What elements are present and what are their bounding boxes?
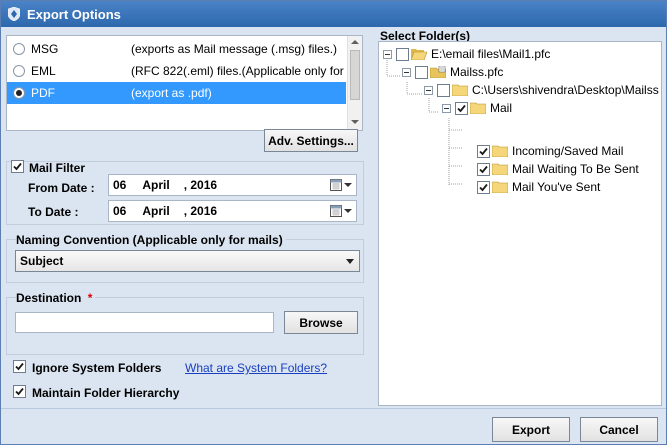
- calendar-dropdown-icon[interactable]: [330, 179, 352, 191]
- tree-checkbox[interactable]: [396, 47, 409, 61]
- export-button[interactable]: Export: [492, 417, 570, 442]
- scroll-down-icon[interactable]: [351, 120, 359, 124]
- naming-convention-value: Subject: [20, 254, 64, 268]
- tree-checkbox-checked[interactable]: [477, 162, 490, 176]
- tree-node-label: Mail Waiting To Be Sent: [512, 162, 639, 176]
- scroll-up-icon[interactable]: [351, 40, 359, 44]
- format-list-scrollbar[interactable]: [347, 36, 362, 130]
- cancel-button[interactable]: Cancel: [580, 417, 658, 442]
- tree-node-label: C:\Users\shivendra\Desktop\Mailss: [472, 83, 659, 97]
- tree-node-label: E:\email files\Mail1.pfc: [431, 47, 551, 61]
- tree-node-mail-waiting[interactable]: Mail Waiting To Be Sent: [477, 161, 639, 177]
- mail-filter-label: Mail Filter: [29, 161, 86, 175]
- to-date-year[interactable]: , 2016: [184, 204, 217, 218]
- maintain-folder-hierarchy-label: Maintain Folder Hierarchy: [32, 386, 180, 400]
- naming-convention-label: Naming Convention (Applicable only for m…: [16, 233, 286, 247]
- from-date-day[interactable]: 06: [113, 178, 126, 192]
- open-folder-icon: [411, 49, 427, 60]
- folder-icon: [492, 163, 508, 175]
- to-date-day[interactable]: 06: [113, 204, 126, 218]
- export-options-dialog: Export Options MSG (exports as Mail mess…: [0, 0, 667, 445]
- folder-icon: [492, 181, 508, 193]
- tree-node-mailss-pfc[interactable]: Mailss.pfc: [402, 64, 503, 80]
- tree-node-incoming-saved-mail[interactable]: Incoming/Saved Mail: [477, 143, 623, 159]
- tree-node-label: Incoming/Saved Mail: [512, 144, 624, 158]
- pst-file-folder-icon: [430, 66, 446, 78]
- collapse-icon[interactable]: [402, 67, 411, 77]
- system-folders-link[interactable]: What are System Folders?: [185, 361, 327, 375]
- format-list[interactable]: MSG (exports as Mail message (.msg) file…: [6, 35, 363, 131]
- format-item-pdf[interactable]: PDF (export as .pdf): [7, 82, 346, 104]
- maintain-folder-hierarchy-checkbox[interactable]: [13, 385, 26, 398]
- from-date-picker[interactable]: 06 April , 2016: [108, 174, 357, 196]
- destination-label: Destination: [16, 291, 82, 305]
- dialog-body: MSG (exports as Mail message (.msg) file…: [1, 27, 666, 408]
- tree-node-desktop-mailss[interactable]: C:\Users\shivendra\Desktop\Mailss: [424, 82, 659, 98]
- tree-node-mail[interactable]: Mail: [442, 100, 512, 116]
- format-name: EML: [31, 64, 56, 78]
- browse-button[interactable]: Browse: [284, 311, 358, 334]
- format-name: PDF: [31, 86, 55, 100]
- destination-label-wrap: Destination *: [16, 291, 96, 305]
- destination-input[interactable]: [15, 312, 274, 333]
- ignore-system-folders-checkbox[interactable]: [13, 360, 26, 373]
- tree-checkbox-checked[interactable]: [477, 180, 490, 194]
- adv-settings-button[interactable]: Adv. Settings...: [264, 129, 358, 152]
- to-date-month[interactable]: April: [142, 204, 169, 218]
- ignore-system-folders-label: Ignore System Folders: [32, 361, 162, 375]
- format-name: MSG: [31, 42, 59, 56]
- radio-pdf[interactable]: [13, 87, 25, 99]
- window-title: Export Options: [27, 6, 121, 22]
- naming-convention-select[interactable]: Subject: [15, 250, 360, 272]
- required-mark: *: [87, 291, 93, 305]
- format-desc: (exports as Mail message (.msg) files.): [131, 42, 338, 56]
- folder-tree[interactable]: E:\email files\Mail1.pfc Mailss.pfc C:\U…: [378, 41, 662, 406]
- tree-checkbox-checked[interactable]: [455, 101, 468, 115]
- folder-icon: [470, 102, 486, 114]
- to-date-label: To Date :: [28, 205, 79, 219]
- format-item-msg[interactable]: MSG (exports as Mail message (.msg) file…: [7, 38, 346, 60]
- tree-node-label: Mail You've Sent: [512, 180, 601, 194]
- tree-checkbox-checked[interactable]: [477, 144, 490, 158]
- mail-filter-checkbox[interactable]: [11, 160, 24, 173]
- tree-node-mail-sent[interactable]: Mail You've Sent: [477, 179, 600, 195]
- collapse-icon[interactable]: [442, 103, 451, 113]
- collapse-icon[interactable]: [383, 49, 392, 59]
- scrollbar-thumb[interactable]: [350, 50, 360, 100]
- tree-checkbox[interactable]: [415, 65, 428, 79]
- from-date-label: From Date :: [28, 181, 95, 195]
- format-item-eml[interactable]: EML (RFC 822(.eml) files.(Applicable onl…: [7, 60, 346, 92]
- radio-eml[interactable]: [13, 65, 25, 77]
- format-desc: (export as .pdf): [131, 86, 212, 100]
- tree-checkbox[interactable]: [437, 83, 450, 97]
- radio-msg[interactable]: [13, 43, 25, 55]
- app-shield-icon: [7, 6, 21, 22]
- title-bar: Export Options: [1, 1, 666, 27]
- tree-node-label: Mail: [490, 101, 513, 115]
- folder-icon: [492, 145, 508, 157]
- from-date-month[interactable]: April: [142, 178, 169, 192]
- from-date-year[interactable]: , 2016: [184, 178, 217, 192]
- collapse-icon[interactable]: [424, 85, 433, 95]
- to-date-picker[interactable]: 06 April , 2016: [108, 200, 357, 222]
- chevron-down-icon: [346, 259, 354, 264]
- tree-node-label: Mailss.pfc: [450, 65, 504, 79]
- tree-node-mail1-pfc[interactable]: E:\email files\Mail1.pfc: [383, 46, 550, 62]
- folder-icon: [452, 84, 468, 96]
- dialog-footer: Export Cancel: [1, 408, 666, 444]
- calendar-dropdown-icon[interactable]: [330, 205, 352, 217]
